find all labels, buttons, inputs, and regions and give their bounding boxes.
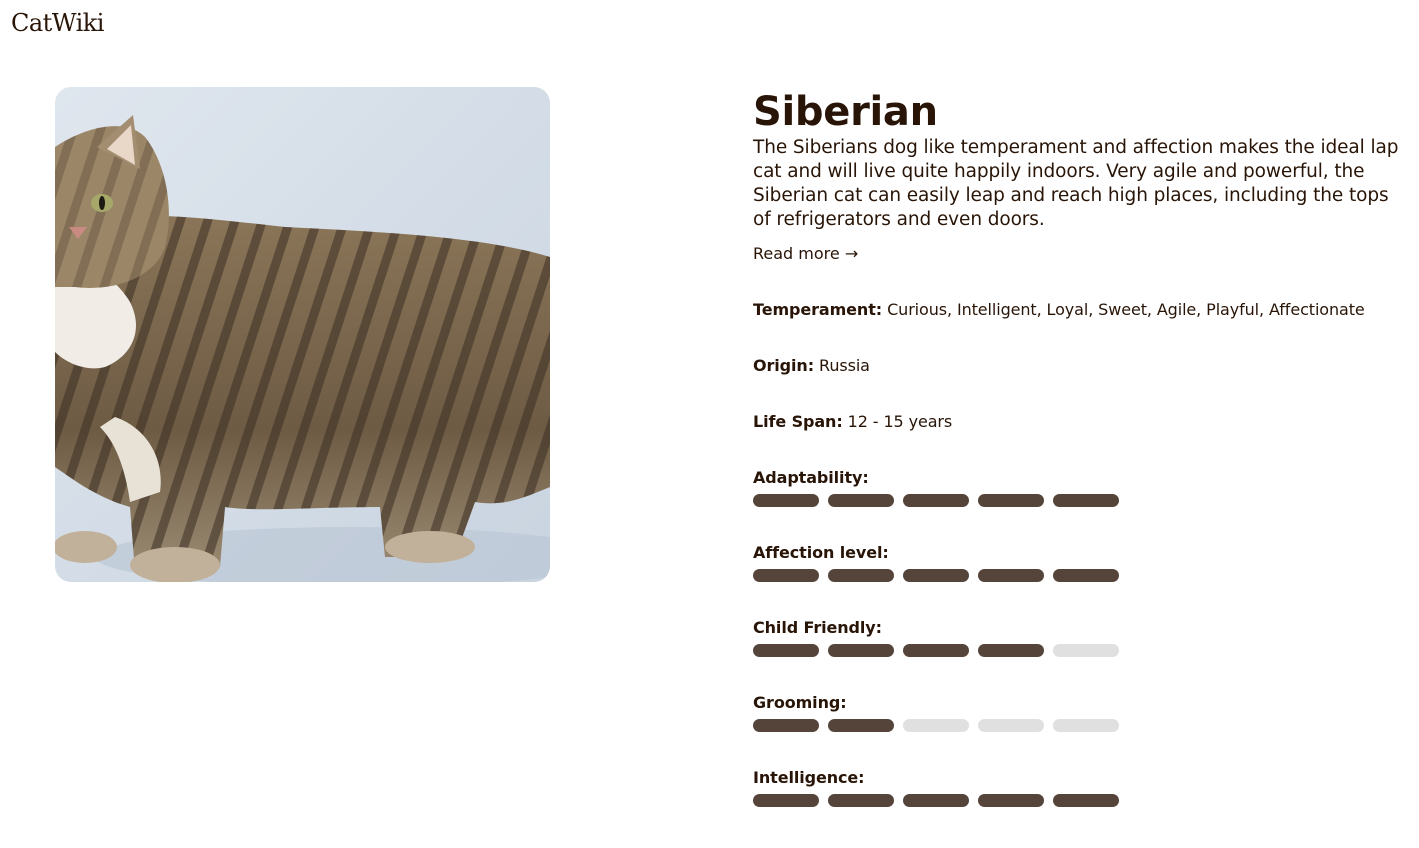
rating-bar-filled (978, 794, 1044, 807)
origin-value: Russia (819, 356, 870, 375)
rating-child-friendly: Child Friendly: (753, 617, 1403, 657)
rating-bars (753, 794, 1403, 807)
breed-name: Siberian (753, 89, 938, 135)
breed-photo (55, 87, 550, 582)
life-span-label: Life Span: (753, 412, 843, 431)
rating-intelligence: Intelligence: (753, 767, 1403, 807)
rating-bar-filled (753, 719, 819, 732)
rating-bars (753, 494, 1403, 507)
rating-bar-filled (828, 569, 894, 582)
temperament-value: Curious, Intelligent, Loyal, Sweet, Agil… (887, 300, 1365, 319)
rating-bar-empty (1053, 719, 1119, 732)
ratings-list: Adaptability: Affection level: Child Frien… (753, 467, 1403, 807)
temperament-label: Temperament: (753, 300, 883, 319)
rating-bar-filled (903, 494, 969, 507)
rating-label: Intelligence: (753, 768, 865, 787)
catwiki-logo[interactable]: CatWiki (11, 8, 104, 38)
origin-fact: Origin: Russia (753, 355, 1403, 376)
rating-bar-filled (978, 494, 1044, 507)
rating-bar-filled (903, 569, 969, 582)
rating-bar-filled (753, 569, 819, 582)
rating-bar-filled (1053, 494, 1119, 507)
life-span-value: 12 - 15 years (847, 412, 953, 431)
rating-bar-filled (978, 569, 1044, 582)
rating-grooming: Grooming: (753, 692, 1403, 732)
rating-label: Affection level: (753, 543, 889, 562)
rating-bar-filled (753, 494, 819, 507)
rating-bar-filled (828, 719, 894, 732)
rating-bar-filled (828, 644, 894, 657)
rating-bar-empty (978, 719, 1044, 732)
breed-details: Siberian The Siberians dog like temperam… (753, 88, 1403, 807)
cat-image (55, 87, 550, 582)
rating-label: Child Friendly: (753, 618, 882, 637)
rating-bar-filled (978, 644, 1044, 657)
temperament-fact: Temperament: Curious, Intelligent, Loyal… (753, 299, 1403, 320)
read-more-link[interactable]: Read more → (753, 244, 858, 264)
breed-description: The Siberians dog like temperament and a… (753, 137, 1399, 230)
rating-bars (753, 719, 1403, 732)
rating-bar-filled (903, 644, 969, 657)
rating-bar-filled (753, 644, 819, 657)
rating-bar-empty (903, 719, 969, 732)
origin-label: Origin: (753, 356, 815, 375)
rating-bars (753, 569, 1403, 582)
rating-bar-filled (753, 794, 819, 807)
life-span-fact: Life Span: 12 - 15 years (753, 411, 1403, 432)
rating-bar-filled (828, 494, 894, 507)
rating-label: Grooming: (753, 693, 847, 712)
rating-bar-filled (828, 794, 894, 807)
rating-adaptability: Adaptability: (753, 467, 1403, 507)
rating-bar-empty (1053, 644, 1119, 657)
rating-bar-filled (1053, 569, 1119, 582)
rating-bars (753, 644, 1403, 657)
rating-bar-filled (1053, 794, 1119, 807)
rating-affection-level: Affection level: (753, 542, 1403, 582)
rating-bar-filled (903, 794, 969, 807)
rating-label: Adaptability: (753, 468, 869, 487)
